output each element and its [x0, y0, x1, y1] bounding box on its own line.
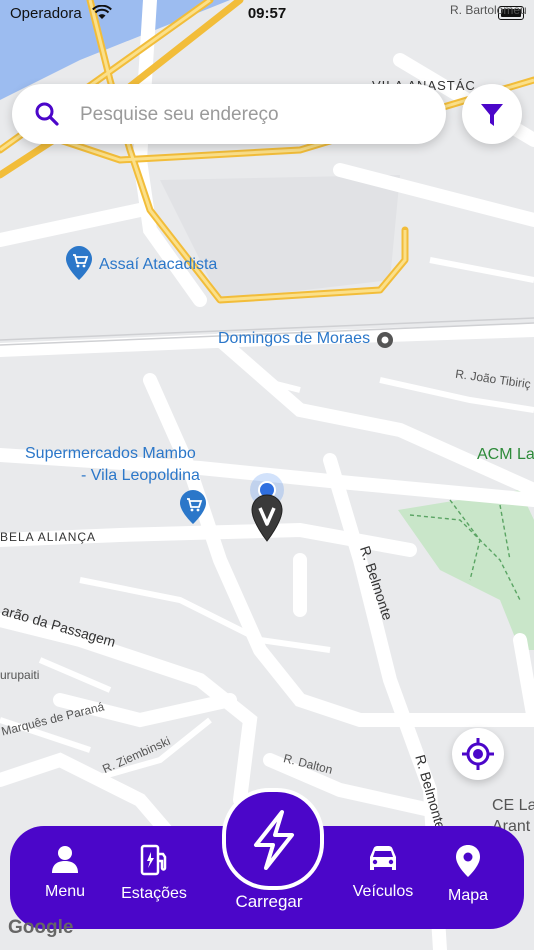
street-label: R. Bartolomeu — [450, 3, 527, 17]
nav-stations[interactable]: Estações — [109, 844, 199, 903]
nav-vehicles[interactable]: Veículos — [338, 844, 428, 901]
nav-menu[interactable]: Menu — [20, 844, 110, 901]
google-attribution: Google — [8, 917, 74, 938]
charge-label[interactable]: Carregar — [209, 892, 329, 912]
filter-button[interactable] — [462, 84, 522, 144]
user-icon — [52, 846, 78, 873]
nav-map-label: Mapa — [447, 887, 489, 904]
station-marker-icon[interactable] — [251, 494, 283, 547]
search-input[interactable] — [78, 98, 422, 132]
locate-icon — [462, 738, 494, 770]
place-label-acm[interactable]: ACM La — [477, 446, 534, 464]
street-label: urupaiti — [0, 668, 40, 682]
nav-menu-label: Menu — [44, 883, 86, 900]
shopping-cart-icon[interactable] — [180, 490, 206, 529]
fuel-charger-icon — [140, 844, 167, 876]
nav-stations-label: Estações — [121, 885, 187, 902]
district-label: BELA ALIANÇA — [0, 530, 97, 544]
search-icon — [35, 102, 59, 126]
search-bar[interactable] — [12, 84, 446, 144]
place-label-mambo-sub[interactable]: - Vila Leopoldina — [81, 467, 200, 485]
place-label-assai[interactable]: Assaí Atacadista — [99, 256, 217, 274]
transit-icon — [376, 331, 394, 354]
map-pin-icon — [456, 845, 480, 877]
nav-map[interactable]: Mapa — [423, 844, 513, 905]
lightning-icon — [254, 810, 294, 870]
place-label-mambo[interactable]: Supermercados Mambo — [25, 445, 196, 463]
nav-vehicles-label: Veículos — [352, 883, 414, 900]
car-icon — [370, 846, 396, 870]
shopping-cart-icon[interactable] — [66, 246, 92, 285]
locate-button[interactable] — [452, 728, 504, 780]
filter-icon — [481, 104, 503, 126]
place-label-ce[interactable]: CE La — [492, 797, 534, 815]
charge-button[interactable] — [222, 788, 324, 890]
place-label-domingos[interactable]: Domingos de Moraes — [218, 330, 370, 348]
